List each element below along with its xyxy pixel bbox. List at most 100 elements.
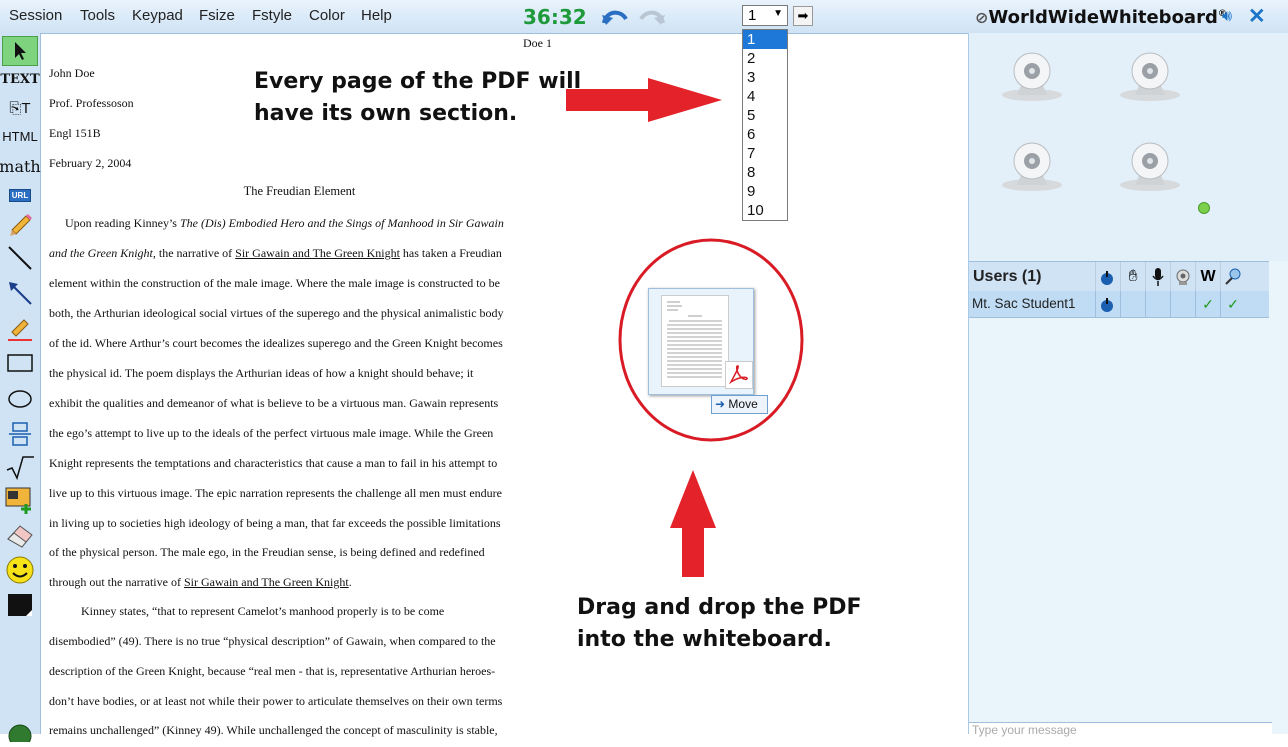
microphone-icon[interactable] bbox=[1145, 262, 1170, 292]
page-option[interactable]: 6 bbox=[743, 125, 787, 144]
chat-message-input[interactable]: Type your message bbox=[969, 722, 1272, 737]
page-option[interactable]: 2 bbox=[743, 49, 787, 68]
date-line: February 2, 2004 bbox=[49, 156, 132, 170]
whiteboard-permission[interactable]: W bbox=[1195, 262, 1220, 292]
user-cam-cell[interactable] bbox=[1170, 291, 1195, 317]
webcam-icon[interactable] bbox=[1115, 47, 1185, 107]
pdf-page: Doe 1 John Doe Prof. Professoson Engl 15… bbox=[42, 33, 562, 737]
insert-space-tool[interactable] bbox=[2, 419, 38, 449]
chat-permission-icon[interactable] bbox=[1220, 262, 1245, 292]
select-tool[interactable] bbox=[2, 36, 38, 66]
page-header: Doe 1 bbox=[523, 36, 552, 50]
menu-fsize[interactable]: Fsize bbox=[199, 7, 235, 24]
menu-bar: Session Tools Keypad Fsize Fstyle Color … bbox=[0, 0, 1288, 34]
insert-image-tool[interactable] bbox=[2, 485, 38, 515]
text-line: through out the narrative of Sir Gawain … bbox=[49, 575, 352, 589]
highlighter-tool[interactable] bbox=[2, 313, 38, 343]
page-option[interactable]: 1 bbox=[743, 30, 787, 49]
pdf-drag-thumbnail[interactable] bbox=[648, 288, 754, 395]
page-option[interactable]: 5 bbox=[743, 106, 787, 125]
menu-fstyle[interactable]: Fstyle bbox=[252, 7, 292, 24]
pointer-permission-icon[interactable] bbox=[1095, 262, 1120, 292]
webcam-icon[interactable] bbox=[1115, 137, 1185, 197]
ellipse-icon bbox=[8, 390, 32, 408]
user-whiteboard-check[interactable]: ✓ bbox=[1195, 291, 1220, 317]
rectangle-icon bbox=[7, 354, 33, 372]
callout-text: Every page of the PDF will bbox=[254, 69, 582, 94]
url-tool[interactable]: URL bbox=[2, 180, 38, 210]
text-line: live up to this virtuous image. The epic… bbox=[49, 486, 502, 500]
page-option[interactable]: 10 bbox=[743, 201, 787, 220]
paste-text-tool[interactable]: ⎘T bbox=[2, 93, 38, 123]
line-tool[interactable] bbox=[2, 243, 38, 273]
users-header: Users (1) ✋︎ W bbox=[969, 261, 1269, 293]
users-title: Users (1) bbox=[973, 268, 1042, 285]
arrow-tool[interactable] bbox=[2, 278, 38, 308]
eraser-tool[interactable] bbox=[2, 520, 38, 550]
page-option[interactable]: 8 bbox=[743, 163, 787, 182]
arrow-up-annotation bbox=[670, 470, 716, 577]
math-tool-label: math bbox=[0, 156, 41, 176]
math-tool[interactable]: math bbox=[0, 151, 41, 181]
text-tool[interactable]: TEXT bbox=[0, 64, 39, 94]
menu-color[interactable]: Color bbox=[309, 7, 345, 24]
callout-text: have its own section. bbox=[254, 101, 518, 126]
menu-session[interactable]: Session bbox=[9, 7, 62, 24]
menu-keypad[interactable]: Keypad bbox=[132, 7, 183, 24]
ellipse-tool[interactable] bbox=[2, 384, 38, 414]
text-line: and the Green Knight, the narrative of S… bbox=[49, 246, 502, 260]
professor-line: Prof. Professoson bbox=[49, 96, 134, 110]
course-line: Engl 151B bbox=[49, 126, 101, 140]
color-picker[interactable] bbox=[2, 590, 38, 620]
webcam-icon[interactable] bbox=[997, 47, 1067, 107]
text-line: don’t have bodies, or at least not while… bbox=[49, 694, 503, 708]
clipboard-text-icon: ⎘T bbox=[9, 99, 31, 117]
page-dropdown-list: 1 2 3 4 5 6 7 8 9 10 bbox=[742, 29, 788, 221]
arrow-right-annotation bbox=[566, 78, 722, 122]
arrow-line-icon bbox=[9, 282, 32, 305]
text-line: disembodied” (49). There is no true “phy… bbox=[49, 634, 496, 648]
text-line: Kinney states, “that to represent Camelo… bbox=[81, 604, 445, 618]
line-icon bbox=[8, 246, 32, 270]
raise-hand-icon[interactable]: ✋︎ bbox=[1120, 262, 1145, 292]
go-to-page-button[interactable]: ➡ bbox=[793, 6, 813, 26]
page-select[interactable]: 1 ▼ bbox=[742, 5, 788, 26]
session-timer: 36:32 bbox=[523, 5, 587, 29]
arrow-right-icon: ➡ bbox=[797, 8, 809, 23]
undo-icon[interactable] bbox=[600, 5, 630, 29]
page-option[interactable]: 4 bbox=[743, 87, 787, 106]
close-icon[interactable]: ✕ bbox=[1248, 4, 1266, 29]
page-option[interactable]: 7 bbox=[743, 144, 787, 163]
page-option[interactable]: 9 bbox=[743, 182, 787, 201]
status-tool[interactable] bbox=[2, 717, 38, 747]
move-cursor-tooltip: ➜ Move bbox=[711, 395, 768, 414]
webcam-icon[interactable] bbox=[997, 137, 1067, 197]
menu-tools[interactable]: Tools bbox=[80, 7, 115, 24]
menu-help[interactable]: Help bbox=[361, 7, 392, 24]
pencil-icon bbox=[10, 214, 32, 236]
user-pointer-icon[interactable] bbox=[1095, 291, 1120, 317]
redo-icon[interactable] bbox=[637, 5, 667, 29]
rectangle-tool[interactable] bbox=[2, 348, 38, 378]
text-line: the physical id. The poem displays the A… bbox=[49, 366, 474, 380]
user-row[interactable]: Mt. Sac Student1 ✓ ✓ bbox=[969, 291, 1269, 318]
url-icon: URL bbox=[8, 188, 32, 202]
text-line: of the id. Where Arthur’s court becomes … bbox=[49, 336, 503, 350]
user-hand-cell[interactable] bbox=[1120, 291, 1145, 317]
speaker-icon[interactable]: 🔊︎ bbox=[1222, 8, 1232, 26]
globe-icon: ⊘ bbox=[975, 8, 989, 27]
webcam-permission-icon[interactable] bbox=[1170, 262, 1195, 292]
page-option[interactable]: 3 bbox=[743, 68, 787, 87]
cursor-icon bbox=[15, 42, 26, 60]
emoji-tool[interactable] bbox=[2, 555, 38, 585]
graph-tool[interactable] bbox=[2, 452, 38, 482]
move-arrow-icon: ➜ bbox=[715, 397, 726, 411]
user-mic-cell[interactable] bbox=[1145, 291, 1170, 317]
pencil-tool[interactable] bbox=[2, 209, 38, 239]
html-tool[interactable]: HTML bbox=[2, 121, 38, 151]
user-chat-check[interactable]: ✓ bbox=[1220, 291, 1245, 317]
pdf-preview bbox=[661, 295, 729, 387]
text-line: Upon reading Kinney’s The (Dis) Embodied… bbox=[65, 216, 504, 230]
smiley-icon bbox=[6, 556, 34, 584]
text-line: Knight represents the temptations and ch… bbox=[49, 456, 498, 470]
